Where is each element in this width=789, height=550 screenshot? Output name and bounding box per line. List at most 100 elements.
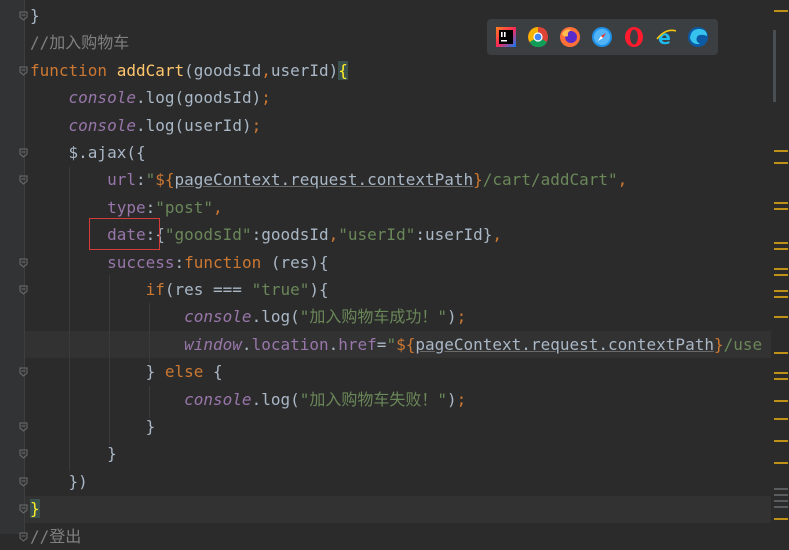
- fold-marker-icon[interactable]: [19, 532, 28, 542]
- code-token: }): [68, 471, 88, 491]
- code-token: ": [145, 170, 156, 190]
- code-token: $.: [68, 143, 88, 162]
- code-token: ,: [492, 225, 503, 245]
- code-token: console: [184, 307, 252, 327]
- safari-icon[interactable]: [591, 26, 613, 48]
- code-token: }: [30, 499, 40, 519]
- edge-icon[interactable]: [687, 26, 709, 48]
- fold-marker-icon[interactable]: [19, 285, 28, 295]
- code-line[interactable]: }: [30, 2, 40, 29]
- code-line[interactable]: $.ajax({: [30, 139, 146, 166]
- warning-marker[interactable]: [774, 150, 788, 152]
- fold-marker-icon[interactable]: [19, 449, 28, 460]
- fold-marker-icon[interactable]: [19, 175, 28, 186]
- code-line[interactable]: console.log(userId);: [30, 112, 262, 139]
- code-line[interactable]: if(res === "true"){: [30, 276, 329, 303]
- code-line[interactable]: function addCart(goodsId,userId){: [30, 57, 348, 84]
- info-marker[interactable]: [774, 506, 788, 508]
- warning-marker[interactable]: [774, 208, 788, 210]
- code-token: ,: [261, 60, 271, 80]
- warning-marker[interactable]: [774, 202, 788, 204]
- fold-marker-icon[interactable]: [19, 148, 28, 158]
- warning-marker[interactable]: [774, 268, 788, 270]
- code-token: .: [241, 334, 252, 354]
- fold-marker-icon[interactable]: [19, 11, 28, 21]
- info-marker[interactable]: [774, 494, 788, 496]
- code-token: ): [447, 307, 457, 327]
- code-token: "post": [155, 197, 214, 217]
- code-token: log: [261, 389, 291, 409]
- code-line[interactable]: }: [30, 440, 117, 467]
- code-token: /use: [723, 334, 763, 354]
- warning-marker[interactable]: [774, 162, 788, 164]
- firefox-icon[interactable]: [559, 26, 581, 48]
- code-token: .: [251, 307, 262, 327]
- code-token: //登出: [30, 526, 82, 546]
- warning-marker[interactable]: [774, 352, 788, 354]
- code-token: }: [107, 444, 117, 464]
- code-line[interactable]: console.log(goodsId);: [30, 84, 271, 111]
- code-editor[interactable]: } //加入购物车 function addCart(goodsId,userId)…: [30, 0, 771, 546]
- warning-marker[interactable]: [774, 290, 788, 292]
- info-marker[interactable]: [774, 500, 788, 502]
- code-token: }: [30, 6, 40, 25]
- code-token: "userId": [338, 225, 416, 245]
- ie-icon[interactable]: e: [655, 26, 677, 48]
- code-token: href: [338, 334, 377, 354]
- warning-marker[interactable]: [774, 372, 788, 374]
- code-token: :goodsId: [251, 225, 329, 245]
- warning-marker[interactable]: [774, 242, 788, 244]
- fold-marker-icon[interactable]: [19, 477, 28, 487]
- code-token: .: [135, 115, 146, 135]
- warning-marker[interactable]: [774, 10, 788, 12]
- code-line[interactable]: console.log("加入购物车失败！");: [30, 386, 466, 413]
- code-line[interactable]: url:"${pageContext.request.contextPath}/…: [30, 166, 627, 193]
- warning-marker[interactable]: [774, 462, 788, 464]
- code-line[interactable]: }: [30, 413, 156, 440]
- code-token: "加入购物车失败！": [299, 389, 448, 409]
- warning-marker[interactable]: [774, 418, 788, 420]
- code-token: {: [338, 60, 348, 80]
- fold-marker-icon[interactable]: [19, 504, 28, 514]
- warning-marker[interactable]: [774, 248, 788, 250]
- warning-marker[interactable]: [774, 400, 788, 402]
- info-marker[interactable]: [774, 488, 788, 490]
- code-token: .: [328, 334, 339, 354]
- warning-marker[interactable]: [774, 316, 788, 318]
- code-line[interactable]: success:function (res){: [30, 249, 329, 276]
- code-line[interactable]: //登出: [30, 523, 81, 550]
- chrome-icon[interactable]: [527, 26, 549, 48]
- opera-icon[interactable]: [623, 26, 645, 48]
- intellij-icon[interactable]: [495, 26, 517, 48]
- code-line[interactable]: } else {: [30, 358, 223, 385]
- code-line[interactable]: window.location.href="${pageContext.requ…: [30, 331, 762, 358]
- fold-marker-icon[interactable]: [19, 66, 28, 76]
- code-line[interactable]: console.log("加入购物车成功！");: [30, 303, 466, 330]
- code-token: (goodsId: [184, 60, 262, 80]
- code-token: ${: [155, 170, 175, 190]
- warning-marker[interactable]: [774, 518, 788, 520]
- code-line[interactable]: //加入购物车: [30, 29, 129, 56]
- code-line[interactable]: }): [30, 468, 88, 495]
- fold-marker-icon[interactable]: [19, 367, 28, 377]
- warning-marker[interactable]: [774, 274, 788, 276]
- warning-marker[interactable]: [774, 378, 788, 380]
- code-line[interactable]: }: [30, 495, 40, 522]
- warning-marker[interactable]: [774, 440, 788, 442]
- warning-marker[interactable]: [774, 296, 788, 298]
- code-token: }: [713, 334, 724, 354]
- code-token: }: [473, 170, 483, 190]
- code-token: (: [290, 389, 300, 409]
- code-token: addCart: [116, 60, 185, 80]
- scrollbar-thumb[interactable]: [773, 30, 776, 102]
- code-token: (userId): [174, 115, 252, 135]
- code-token: {: [213, 362, 223, 382]
- fold-marker-icon[interactable]: [19, 422, 28, 432]
- fold-marker-icon[interactable]: [19, 258, 28, 268]
- code-line[interactable]: type:"post",: [30, 194, 223, 221]
- editor-scrollbar[interactable]: [771, 0, 789, 534]
